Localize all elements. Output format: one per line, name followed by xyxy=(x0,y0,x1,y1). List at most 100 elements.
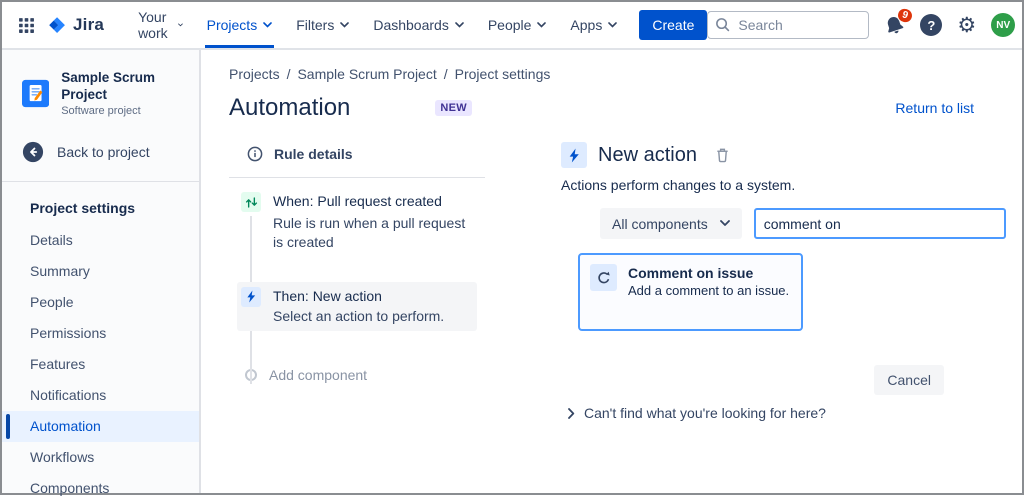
rule-steps-list: When: Pull request created Rule is run w… xyxy=(229,178,485,383)
step-title: When: Pull request created xyxy=(273,192,473,211)
nav-item-label: Your work xyxy=(138,9,172,41)
sidebar-item-components[interactable]: Components xyxy=(2,473,199,504)
breadcrumb-project-settings[interactable]: Project settings xyxy=(455,66,551,82)
action-header: New action xyxy=(561,142,1006,168)
comment-refresh-icon xyxy=(590,264,617,291)
jira-logo-text: Jira xyxy=(73,15,104,35)
card-subtitle: Add a comment to an issue. xyxy=(628,283,789,300)
cant-find-label: Can't find what you're looking for here? xyxy=(584,405,826,421)
navbar-right: 9 ? ⚙ NV xyxy=(707,11,1015,39)
rule-details-button[interactable]: Rule details xyxy=(229,142,485,162)
chevron-down-icon xyxy=(608,22,617,28)
project-header: Sample Scrum Project Software project xyxy=(2,64,199,131)
top-navbar: Jira Your work Projects Filters Dashboar… xyxy=(2,2,1022,50)
nav-item-projects[interactable]: Projects xyxy=(195,2,285,48)
sidebar-menu-header: Project settings xyxy=(2,192,199,225)
nav-item-filters[interactable]: Filters xyxy=(284,2,361,48)
lightning-icon xyxy=(241,287,261,307)
return-to-list-link[interactable]: Return to list xyxy=(895,100,974,116)
trash-icon xyxy=(715,147,730,163)
new-badge: NEW xyxy=(435,100,472,116)
rule-steps-panel: Rule details xyxy=(229,142,485,421)
nav-item-label: Apps xyxy=(570,17,602,33)
project-sidebar: Sample Scrum Project Software project Ba… xyxy=(2,50,201,493)
project-avatar-icon xyxy=(22,78,49,109)
card-title: Comment on issue xyxy=(628,264,789,282)
dropdown-value: All components xyxy=(612,216,708,232)
jira-logo[interactable]: Jira xyxy=(47,15,104,36)
chevron-right-icon xyxy=(568,408,575,419)
sidebar-item-people[interactable]: People xyxy=(2,287,199,318)
nav-item-your-work[interactable]: Your work xyxy=(126,2,195,48)
action-panel-title: New action xyxy=(598,144,697,167)
global-search xyxy=(707,11,869,39)
sidebar-item-summary[interactable]: Summary xyxy=(2,256,199,287)
search-icon xyxy=(715,17,730,32)
project-title-group: Sample Scrum Project Software project xyxy=(61,70,187,117)
nav-item-label: Filters xyxy=(296,17,334,33)
action-panel-subtitle: Actions perform changes to a system. xyxy=(561,177,1006,193)
sidebar-item-automation[interactable]: Automation xyxy=(2,411,199,442)
app-window: Jira Your work Projects Filters Dashboar… xyxy=(0,0,1024,495)
cant-find-link[interactable]: Can't find what you're looking for here? xyxy=(568,405,1006,421)
jira-logo-icon xyxy=(47,15,68,36)
chevron-down-icon xyxy=(537,22,546,28)
sidebar-item-workflows[interactable]: Workflows xyxy=(2,442,199,473)
sidebar-item-features[interactable]: Features xyxy=(2,349,199,380)
search-input[interactable] xyxy=(707,11,869,39)
back-arrow-icon xyxy=(22,141,44,163)
action-search-controls: All components xyxy=(600,208,1006,239)
card-text: Comment on issue Add a comment to an iss… xyxy=(628,264,789,300)
rule-details-label: Rule details xyxy=(274,146,353,162)
delete-action-button[interactable] xyxy=(713,145,732,165)
comment-on-issue-card[interactable]: Comment on issue Add a comment to an iss… xyxy=(578,253,803,331)
sidebar-divider xyxy=(2,181,199,182)
step-title: Then: New action xyxy=(273,287,444,306)
breadcrumb-separator: / xyxy=(444,66,448,82)
chevron-down-icon xyxy=(455,22,464,28)
back-to-project-label: Back to project xyxy=(57,144,150,160)
action-search-input[interactable] xyxy=(754,208,1006,239)
breadcrumb-project-name[interactable]: Sample Scrum Project xyxy=(297,66,436,82)
breadcrumb-separator: / xyxy=(287,66,291,82)
step-text: When: Pull request created Rule is run w… xyxy=(273,192,473,252)
add-component-label: Add component xyxy=(269,367,367,383)
active-indicator xyxy=(6,414,10,439)
settings-button[interactable]: ⚙ xyxy=(957,15,976,36)
breadcrumb: Projects / Sample Scrum Project / Projec… xyxy=(229,66,1006,82)
cancel-button[interactable]: Cancel xyxy=(874,365,944,395)
add-component-button[interactable]: Add component xyxy=(229,367,485,383)
sidebar-item-details[interactable]: Details xyxy=(2,225,199,256)
nav-item-label: People xyxy=(488,17,532,33)
chevron-down-icon xyxy=(263,22,272,28)
main-content: Projects / Sample Scrum Project / Projec… xyxy=(201,50,1022,493)
create-button[interactable]: Create xyxy=(639,10,707,40)
user-avatar[interactable]: NV xyxy=(991,13,1015,37)
sidebar-item-permissions[interactable]: Permissions xyxy=(2,318,199,349)
page-header: Automation NEW Return to list xyxy=(229,94,1006,122)
back-to-project-button[interactable]: Back to project xyxy=(2,131,199,173)
rule-step-then[interactable]: Then: New action Select an action to per… xyxy=(237,282,477,332)
nav-item-apps[interactable]: Apps xyxy=(558,2,629,48)
chevron-down-icon xyxy=(340,22,349,28)
components-filter-dropdown[interactable]: All components xyxy=(600,208,742,239)
project-name: Sample Scrum Project xyxy=(61,70,187,104)
new-action-panel: New action Actions perform chang xyxy=(561,142,1006,421)
nav-item-people[interactable]: People xyxy=(476,2,559,48)
sidebar-item-notifications[interactable]: Notifications xyxy=(2,380,199,411)
chevron-down-icon xyxy=(178,22,183,28)
sidebar-item-label: Automation xyxy=(30,418,101,434)
nav-item-label: Projects xyxy=(207,17,258,33)
step-subtitle: Rule is run when a pull request is creat… xyxy=(273,214,473,252)
notifications-button[interactable]: 9 xyxy=(884,15,905,36)
step-subtitle: Select an action to perform. xyxy=(273,307,444,326)
help-button[interactable]: ? xyxy=(920,14,942,36)
app-switcher-icon[interactable] xyxy=(12,11,41,40)
nav-item-dashboards[interactable]: Dashboards xyxy=(361,2,476,48)
page-title: Automation xyxy=(229,94,350,122)
info-icon xyxy=(247,146,263,162)
lightning-icon xyxy=(561,142,587,168)
project-settings-menu: Details Summary People Permissions Featu… xyxy=(2,225,199,504)
rule-step-when[interactable]: When: Pull request created Rule is run w… xyxy=(229,192,485,252)
breadcrumb-projects[interactable]: Projects xyxy=(229,66,280,82)
